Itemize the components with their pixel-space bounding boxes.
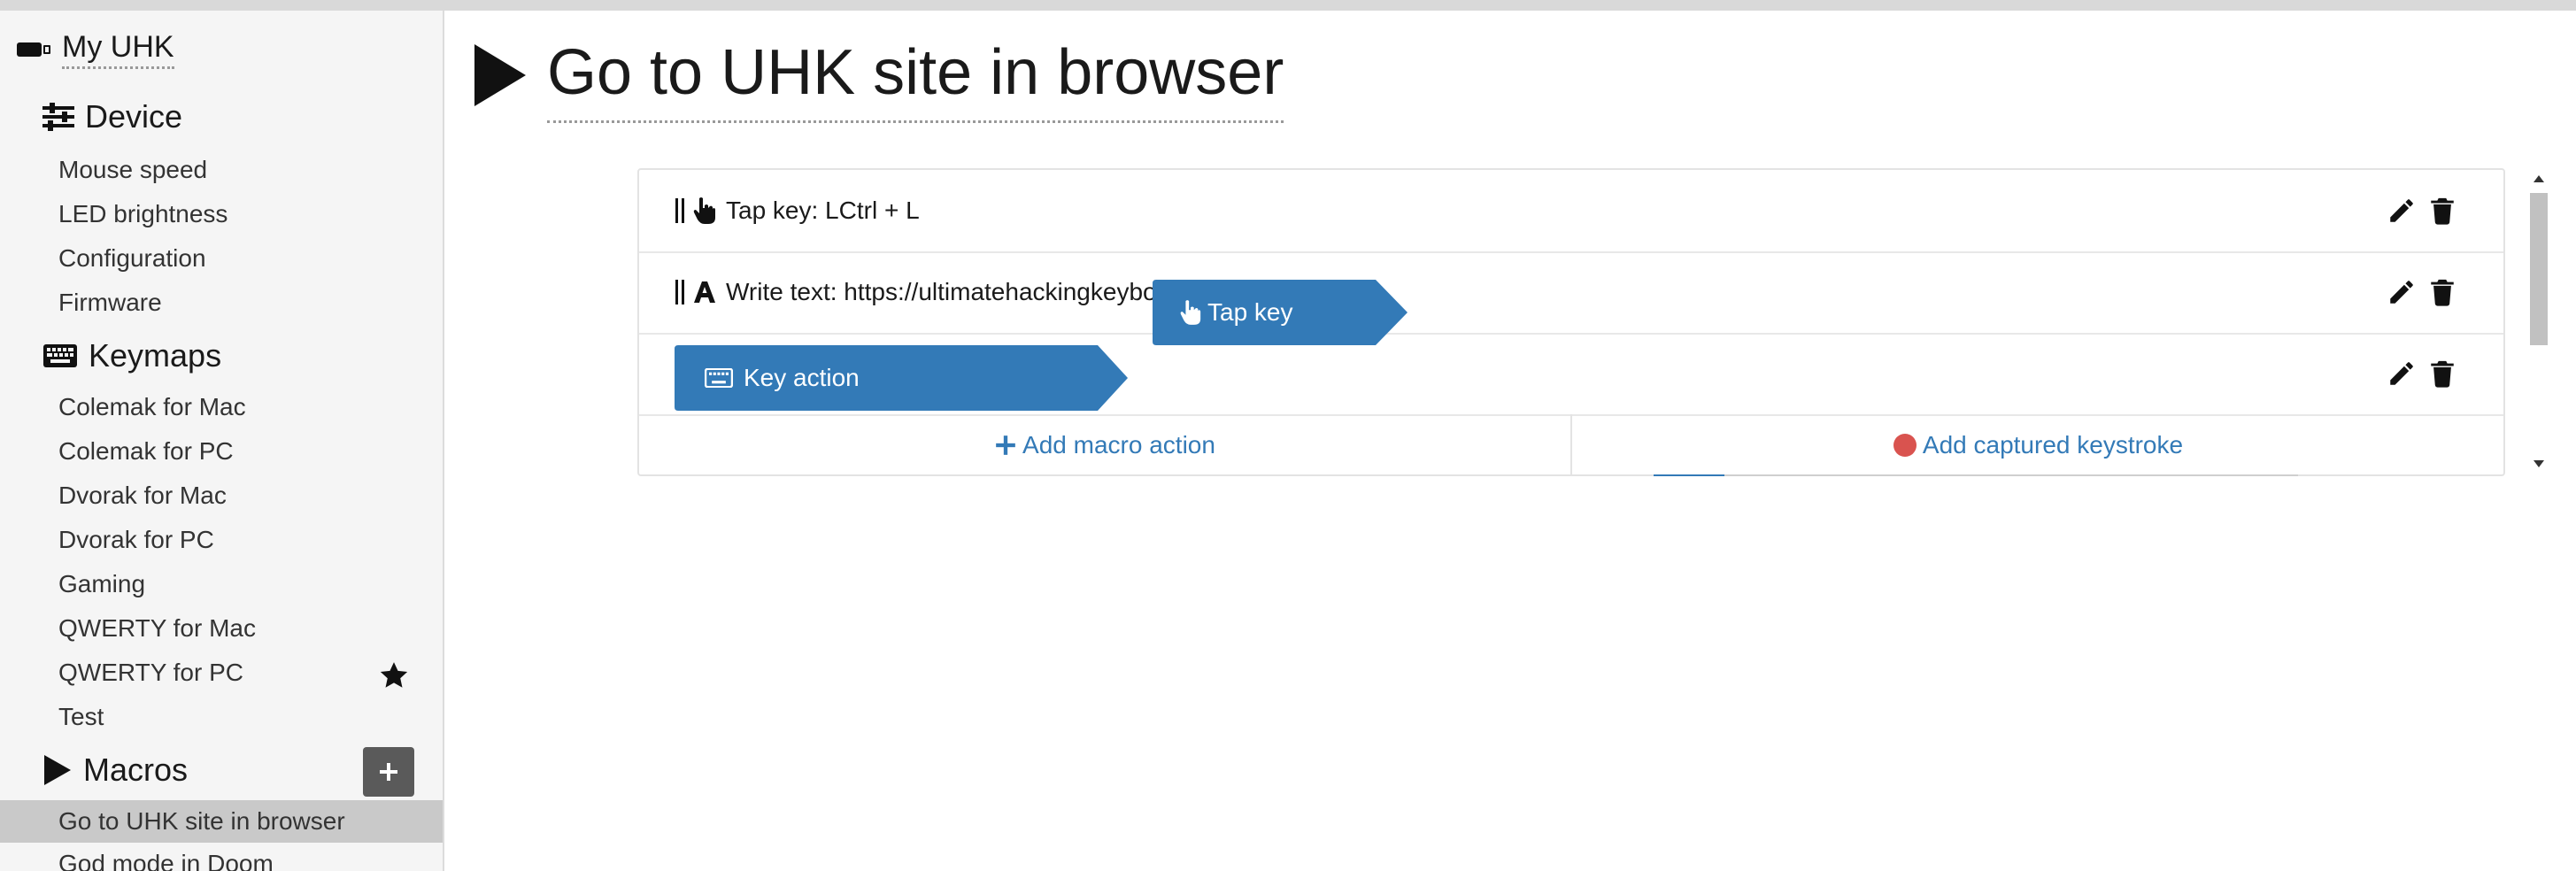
font-icon: [694, 281, 715, 303]
sidebar-item-configuration[interactable]: Configuration: [58, 237, 413, 280]
row-actions: [2387, 170, 2457, 251]
sidebar-section-label: Macros: [83, 752, 189, 788]
record-icon: [1893, 434, 1917, 457]
sidebar-item-mouse-speed[interactable]: Mouse speed: [58, 149, 413, 191]
add-macro-button[interactable]: [363, 747, 414, 797]
pencil-icon[interactable]: [2387, 358, 2417, 389]
main-content: Go to UHK site in browser Tap key: LCtrl…: [444, 11, 2576, 871]
add-captured-keystroke-button[interactable]: Add captured keystroke: [1572, 414, 2503, 476]
drag-handle-icon[interactable]: [675, 280, 685, 304]
sidebar-item-test[interactable]: Test: [58, 696, 413, 738]
tap-key-content: Tap key: [1179, 280, 1293, 345]
sidebar-item-qwerty-mac[interactable]: QWERTY for Mac: [58, 607, 413, 650]
sidebar-section-keymaps: Keymaps: [42, 335, 414, 377]
macro-action-label: Tap key: LCtrl + L: [726, 197, 920, 224]
trash-icon[interactable]: [2427, 358, 2457, 389]
macro-action-content: Tap key: LCtrl + L: [675, 170, 920, 251]
tap-key-label: Tap key: [1207, 298, 1293, 326]
sidebar-item-colemak-mac[interactable]: Colemak for Mac: [58, 386, 413, 428]
macro-action-row[interactable]: Write text: https://ultimatehackingkeybo: [639, 251, 2503, 335]
trash-icon[interactable]: [2427, 196, 2457, 226]
play-icon: [474, 44, 526, 106]
sidebar-item-qwerty-pc[interactable]: QWERTY for PC: [58, 651, 413, 694]
sidebar-section-macros: Macros: [42, 749, 414, 791]
row-actions: [2387, 251, 2457, 333]
sidebar-root[interactable]: My UHK: [16, 30, 174, 69]
page-title[interactable]: Go to UHK site in browser: [547, 30, 1284, 123]
sidebar-section-label: Device: [85, 98, 183, 135]
star-icon[interactable]: [379, 660, 409, 690]
sidebar-item-firmware[interactable]: Firmware: [58, 281, 413, 324]
sidebar-item-gaming[interactable]: Gaming: [58, 563, 413, 605]
tab-indicator: [1654, 474, 1724, 476]
pencil-icon[interactable]: [2387, 277, 2417, 307]
trash-icon[interactable]: [2427, 277, 2457, 307]
sidebar-item-macro-doom[interactable]: God mode in Doom: [58, 843, 413, 871]
key-action-drag-item[interactable]: Key action: [675, 345, 1128, 411]
add-macro-action-button[interactable]: Add macro action: [639, 414, 1570, 476]
tap-key-drag-item[interactable]: Tap key: [1153, 280, 1408, 345]
sliders-icon: [42, 103, 74, 131]
add-captured-keystroke-label: Add captured keystroke: [1922, 431, 2184, 459]
page-header: Go to UHK site in browser: [471, 30, 1284, 123]
keyboard-device-icon: [17, 42, 50, 57]
hand-pointer-icon: [1180, 300, 1201, 325]
sidebar-item-dvorak-mac[interactable]: Dvorak for Mac: [58, 474, 413, 517]
sidebar-item-led-brightness[interactable]: LED brightness: [58, 193, 413, 235]
scrollbar[interactable]: [2528, 172, 2549, 473]
plus-icon: [996, 436, 1015, 455]
sidebar-section-label: Keymaps: [89, 337, 222, 374]
window-top-bar: [0, 0, 2576, 11]
macro-action-label: Write text: https://ultimatehackingkeybo: [726, 278, 1157, 305]
macro-action-content: Write text: https://ultimatehackingkeybo: [675, 251, 1157, 333]
add-macro-action-label: Add macro action: [1022, 431, 1215, 459]
sidebar-item-dvorak-pc[interactable]: Dvorak for PC: [58, 519, 413, 561]
macro-action-row[interactable]: Tap key: LCtrl + L: [639, 170, 2503, 253]
macro-action-list: Tap key: LCtrl + L Write text: https://u…: [637, 168, 2505, 476]
pencil-icon[interactable]: [2387, 196, 2417, 226]
sidebar-root-label[interactable]: My UHK: [62, 30, 174, 69]
hand-pointer-icon: [693, 197, 715, 224]
keyboard-icon: [43, 344, 77, 367]
sidebar-item-macro-selected[interactable]: Go to UHK site in browser: [0, 800, 443, 843]
key-action-content: Key action: [705, 345, 860, 411]
sidebar: My UHK Device Mouse speed LED brightness…: [0, 11, 444, 871]
sidebar-item-colemak-pc[interactable]: Colemak for PC: [58, 430, 413, 473]
row-actions: [2387, 333, 2457, 414]
scrollbar-graphic: [2530, 175, 2548, 467]
tab-underline: [1724, 474, 2298, 476]
play-icon: [44, 755, 71, 785]
keyboard-icon: [705, 368, 733, 388]
drag-handle-icon[interactable]: [675, 198, 685, 223]
sidebar-section-device: Device: [42, 96, 414, 138]
plus-icon: [380, 763, 397, 781]
key-action-label: Key action: [744, 364, 860, 391]
